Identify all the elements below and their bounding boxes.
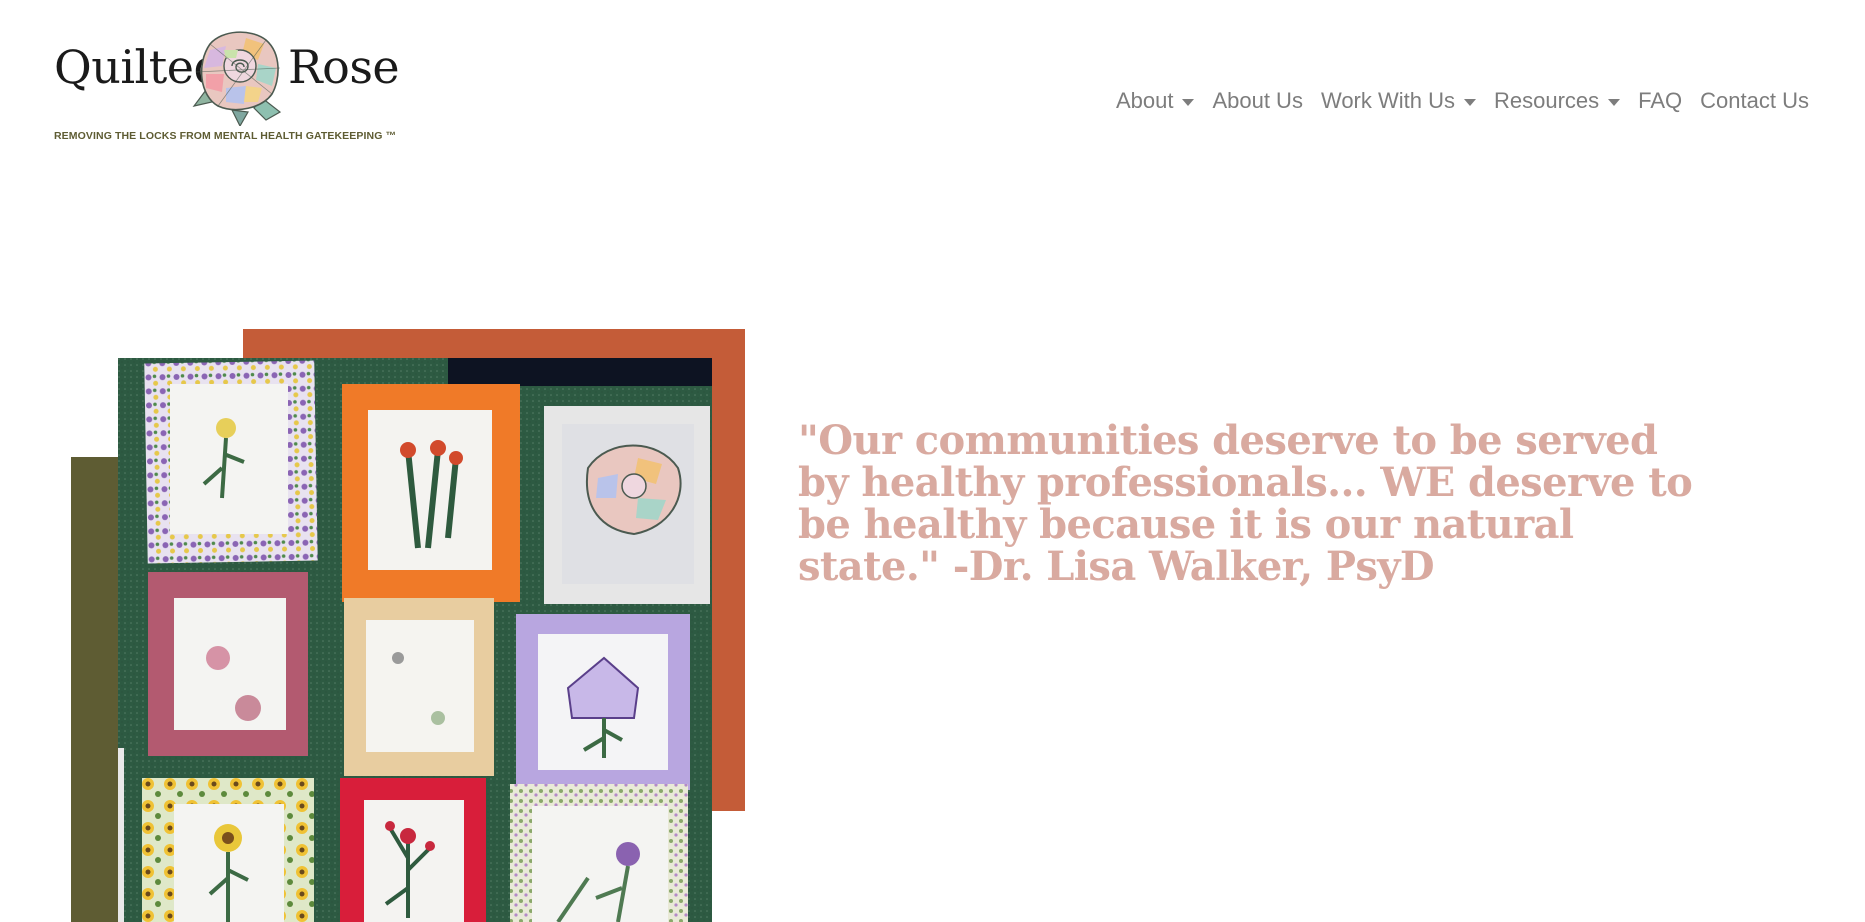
nav-item-faq[interactable]: FAQ <box>1638 88 1682 114</box>
logo-text-rose: Rose <box>288 40 400 94</box>
caret-down-icon <box>1182 98 1195 106</box>
nav-item-resources[interactable]: Resources <box>1494 88 1621 114</box>
nav-item-label: About <box>1115 88 1174 113</box>
hero-quote: "Our communities deserve to be served by… <box>798 417 1693 590</box>
main-nav: About About Us Work With Us Resources FA… <box>1116 88 1809 114</box>
nav-item-about-us[interactable]: About Us <box>1212 88 1303 114</box>
nav-item-label: About Us <box>1212 88 1303 113</box>
nav-item-label: Contact Us <box>1700 88 1809 113</box>
decorative-olive-block <box>71 457 125 922</box>
caret-down-icon <box>1608 98 1621 106</box>
nav-item-work-with-us[interactable]: Work With Us <box>1321 88 1476 114</box>
nav-item-contact-us[interactable]: Contact Us <box>1700 88 1809 114</box>
quilted-rose-icon <box>192 28 284 128</box>
site-tagline: REMOVING THE LOCKS FROM MENTAL HEALTH GA… <box>54 130 397 142</box>
nav-item-about[interactable]: About <box>1116 88 1195 114</box>
site-logo[interactable]: Quilted Rose REMOVING THE LOCKS FROM MEN… <box>54 24 434 149</box>
nav-item-label: Work With Us <box>1320 88 1455 113</box>
nav-item-label: FAQ <box>1638 88 1683 113</box>
quilt-photo <box>118 358 712 922</box>
nav-item-label: Resources <box>1494 88 1600 113</box>
caret-down-icon <box>1464 98 1476 106</box>
